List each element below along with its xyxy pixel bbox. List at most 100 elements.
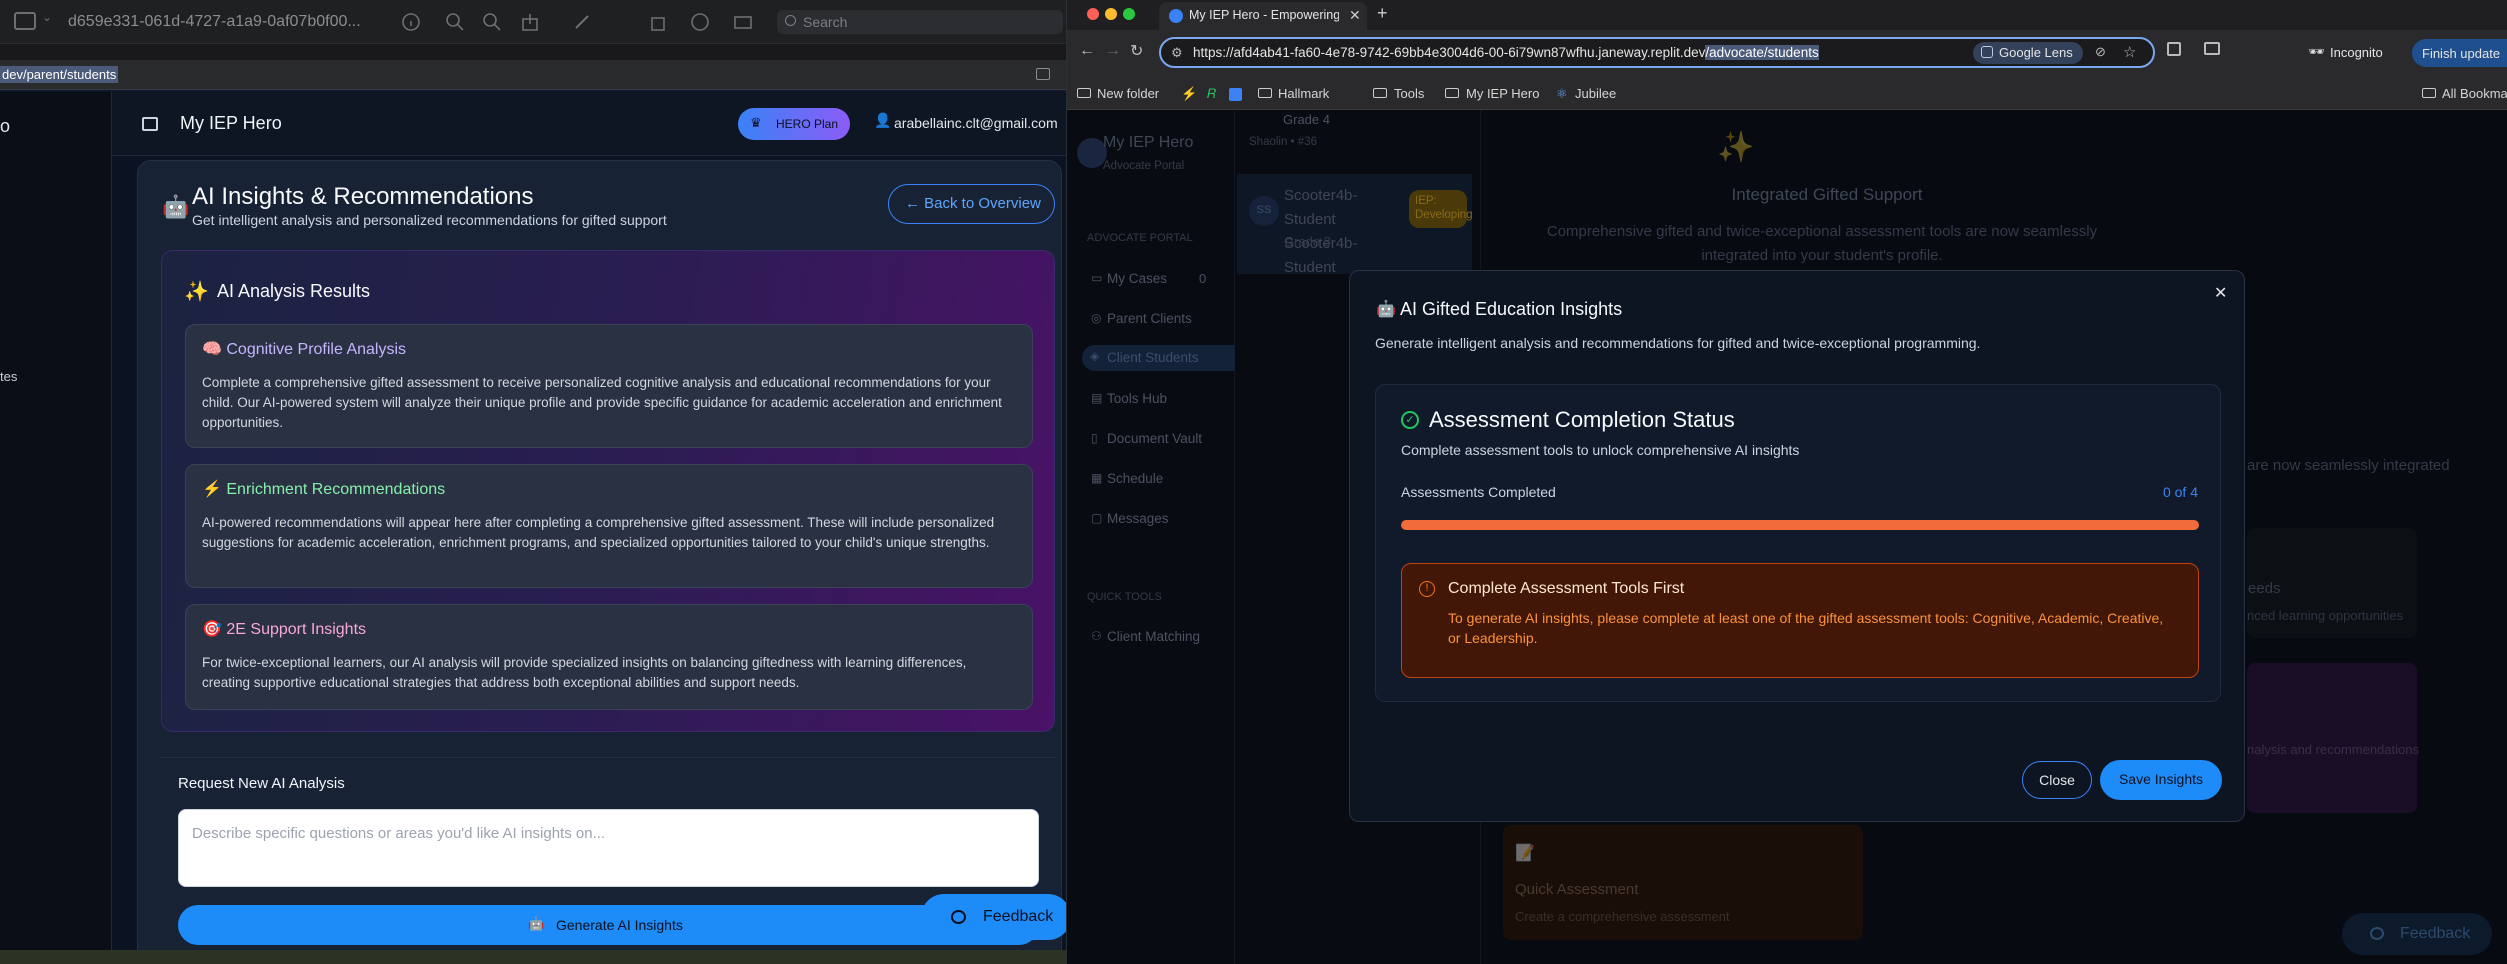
nav-label: Schedule — [1107, 471, 1164, 486]
bg-feedback-button[interactable]: Feedback — [2342, 913, 2492, 955]
url-text[interactable]: dev/parent/students — [0, 66, 119, 83]
copy-icon[interactable] — [1036, 68, 1050, 80]
warning-box: ! Complete Assessment Tools First To gen… — [1401, 563, 2199, 678]
bookmark-folder-icon — [1445, 88, 1459, 98]
back-to-overview-button[interactable]: ← Back to Overview — [888, 184, 1055, 224]
modal-close-icon[interactable]: ✕ — [2214, 283, 2227, 303]
url-text[interactable]: https://afd4ab41-fa60-4e78-9742-69bb4e30… — [1193, 45, 1819, 60]
share-icon[interactable] — [520, 12, 540, 32]
eye-off-icon[interactable]: ⊘ — [2095, 44, 2106, 60]
nav-messages[interactable]: ▢ Messages — [1087, 509, 1215, 531]
cast-icon[interactable] — [2204, 42, 2220, 55]
browser-tab[interactable]: My IEP Hero - Empowering Pa ✕ — [1159, 2, 1367, 30]
incognito-badge[interactable]: 🕶 Incognito — [2300, 38, 2406, 68]
generate-ai-insights-button[interactable]: 🤖 Generate AI Insights — [178, 905, 1039, 945]
result-card-enrichment: ⚡ Enrichment Recommendations AI-powered … — [185, 464, 1033, 588]
bookmark-new-folder[interactable]: New folder — [1097, 86, 1159, 101]
annotate-icon[interactable] — [690, 12, 710, 32]
extensions-icon[interactable] — [2167, 42, 2181, 56]
crown-icon: ♛ — [750, 115, 762, 130]
finish-update-button[interactable]: Finish update — [2412, 39, 2507, 67]
iep-badge: IEP: Developing — [1409, 190, 1473, 228]
sidebar-toggle-icon[interactable] — [14, 12, 36, 30]
nav-schedule[interactable]: ▦ Schedule — [1087, 469, 1215, 491]
info-icon[interactable] — [401, 12, 421, 32]
modal-subtitle: Generate intelligent analysis and recomm… — [1375, 335, 1981, 351]
nav-document-vault[interactable]: ▯ Document Vault — [1087, 429, 1215, 451]
chevron-down-icon[interactable]: ⌄ — [42, 10, 52, 24]
forward-icon[interactable]: → — [1105, 42, 1121, 60]
result-body: Complete a comprehensive gifted assessme… — [202, 375, 1002, 430]
close-button[interactable]: Close — [2022, 761, 2092, 799]
zoom-out-icon[interactable] — [445, 12, 465, 32]
omnibox[interactable]: ⚙ https://afd4ab41-fa60-4e78-9742-69bb4e… — [1159, 37, 2155, 68]
spacer — [0, 44, 1067, 60]
bookmark-hallmark[interactable]: Hallmark — [1278, 86, 1329, 101]
nav-count: 0 — [1199, 271, 1207, 286]
student-card[interactable]: SS Scooter4b-Student Scooter4b-Student G… — [1237, 174, 1473, 276]
bg-panel-text: Comprehensive gifted and twice-exception… — [1546, 223, 2098, 264]
bg-fragment: are now seamlessly integrated — [2247, 457, 2450, 474]
star-icon[interactable]: ☆ — [2123, 43, 2136, 61]
progress-value: 0 of 4 — [2162, 484, 2198, 500]
search-input[interactable]: Search — [777, 10, 1063, 34]
app-sidebar: o tes — [0, 92, 112, 964]
address-bar[interactable]: dev/parent/students — [0, 60, 1067, 90]
bookmark-jubilee[interactable]: Jubilee — [1575, 86, 1616, 101]
bookmark-icon[interactable]: ⚛ — [1556, 86, 1568, 102]
incognito-label: Incognito — [2330, 45, 2383, 60]
incognito-icon: 🕶 — [2308, 44, 2325, 59]
reload-icon[interactable]: ↻ — [1130, 41, 1143, 61]
quick-tools-label: QUICK TOOLS — [1087, 591, 1162, 603]
result-card-2e: 🎯 2E Support Insights For twice-exceptio… — [185, 604, 1033, 710]
nav-client-matching[interactable]: ⚇ Client Matching — [1087, 627, 1227, 649]
tools-icon: ▤ — [1091, 391, 1103, 405]
bookmark-folder-icon — [1258, 88, 1272, 98]
sidebar-fragment: o — [0, 116, 11, 136]
back-icon[interactable]: ← — [1079, 42, 1095, 60]
google-lens-button[interactable]: Google Lens — [1973, 42, 2083, 64]
all-bookmarks[interactable]: All Bookmarks — [2442, 86, 2507, 101]
minimize-window-dot[interactable] — [1105, 8, 1117, 20]
bookmark-icon[interactable]: 𝑅 — [1207, 86, 1216, 102]
bg-card-purple — [2247, 663, 2417, 813]
bookmark-icon[interactable]: ⚡ — [1181, 86, 1197, 102]
robot-icon: 🤖 — [528, 916, 545, 931]
chat-icon — [951, 910, 966, 924]
nav-my-cases[interactable]: ▭ My Cases 0 — [1087, 269, 1215, 291]
zoom-in-icon[interactable] — [482, 12, 502, 32]
result-title: 🧠 Cognitive Profile Analysis — [202, 341, 407, 358]
tab-close-icon[interactable]: ✕ — [1349, 7, 1361, 24]
feedback-button[interactable]: Feedback — [921, 894, 1067, 940]
status-subtitle: Complete assessment tools to unlock comp… — [1401, 442, 1800, 458]
nav-parent-clients[interactable]: ◎ Parent Clients — [1087, 309, 1215, 331]
user-email[interactable]: arabellainc.clt@gmail.com — [894, 115, 1058, 131]
bookmark-tools[interactable]: Tools — [1394, 86, 1424, 101]
close-window-dot[interactable] — [1087, 8, 1099, 20]
left-window: ⌄ d659e331-061d-4727-a1a9-0af07b0f00... … — [0, 0, 1067, 964]
bookmark-icon[interactable] — [1229, 88, 1242, 101]
bookmark-my-iep-hero[interactable]: My IEP Hero — [1466, 86, 1539, 101]
quick-assessment-card[interactable]: 📝 Quick Assessment Create a comprehensiv… — [1503, 825, 1863, 940]
nav-label: Tools Hub — [1107, 391, 1168, 406]
rotate-icon[interactable] — [648, 12, 668, 32]
nav-tools-hub[interactable]: ▤ Tools Hub — [1087, 389, 1215, 411]
panel-toggle-icon[interactable] — [142, 117, 158, 131]
new-tab-icon[interactable]: + — [1377, 3, 1388, 24]
markup-icon[interactable] — [572, 12, 592, 32]
request-textarea[interactable]: Describe specific questions or areas you… — [178, 809, 1039, 887]
status-card: ✓ Assessment Completion Status Complete … — [1375, 384, 2221, 702]
maximize-window-dot[interactable] — [1123, 8, 1135, 20]
bg-fragment: nced learning opportunities — [2247, 608, 2404, 623]
hero-plan-badge[interactable]: ♛ HERO Plan — [738, 108, 850, 140]
left-titlebar: ⌄ d659e331-061d-4727-a1a9-0af07b0f00... … — [0, 0, 1067, 44]
bookmark-folder-icon — [2422, 88, 2436, 98]
bg-fragment: eeds — [2248, 580, 2281, 597]
site-settings-icon[interactable]: ⚙ — [1171, 45, 1183, 61]
tab-strip: My IEP Hero - Empowering Pa ✕ + — [1067, 0, 2507, 30]
page-title: AI Insights & Recommendations — [192, 183, 534, 210]
save-insights-button[interactable]: Save Insights — [2100, 760, 2222, 800]
highlight-icon[interactable] — [733, 12, 753, 32]
user-check-icon: ⚇ — [1091, 629, 1102, 643]
clipboard-icon: 📝 — [1515, 845, 1535, 862]
